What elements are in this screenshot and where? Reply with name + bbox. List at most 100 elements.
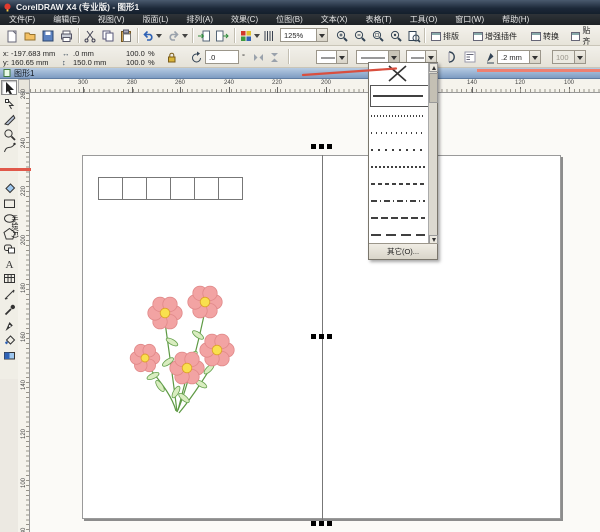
postal-code-box[interactable] bbox=[218, 177, 243, 200]
outline-width-combo[interactable]: .2 mm bbox=[497, 50, 541, 64]
print-button[interactable] bbox=[58, 28, 74, 44]
mirror-horizontal-icon[interactable] bbox=[252, 51, 265, 64]
redo-dropdown-caret[interactable] bbox=[182, 34, 188, 38]
line-style-none-option[interactable] bbox=[369, 63, 428, 85]
scale-x-value[interactable]: 100.0 bbox=[126, 49, 145, 58]
menu-item[interactable]: 文件(F) bbox=[0, 14, 44, 25]
redo-button[interactable] bbox=[166, 28, 182, 44]
zoom-selected-button[interactable] bbox=[370, 28, 386, 44]
line-style-option[interactable] bbox=[369, 124, 428, 141]
flower-artwork[interactable] bbox=[116, 280, 244, 420]
menu-item[interactable]: 效果(C) bbox=[222, 14, 267, 25]
line-style-option[interactable] bbox=[369, 158, 428, 175]
object-width-value[interactable]: .0 mm bbox=[73, 49, 94, 58]
eyedropper-tool[interactable] bbox=[1, 302, 17, 317]
scroll-up-arrow[interactable] bbox=[429, 63, 438, 72]
line-style-option[interactable] bbox=[369, 107, 428, 124]
postal-code-box[interactable] bbox=[146, 177, 171, 200]
selection-handle[interactable] bbox=[311, 334, 316, 339]
menu-item[interactable]: 视图(V) bbox=[89, 14, 134, 25]
postal-code-box[interactable] bbox=[194, 177, 219, 200]
zoom-to-page-button[interactable] bbox=[406, 28, 422, 44]
menu-item[interactable]: 编辑(E) bbox=[44, 14, 89, 25]
dimension-tool[interactable] bbox=[1, 287, 17, 302]
outline-pen-tool[interactable] bbox=[1, 318, 17, 333]
import-button[interactable] bbox=[196, 28, 212, 44]
convert-plugin-button[interactable]: 转换 bbox=[528, 28, 562, 44]
smart-fill-tool[interactable] bbox=[1, 180, 17, 195]
pick-tool[interactable] bbox=[1, 80, 17, 95]
copy-button[interactable] bbox=[100, 28, 116, 44]
nudge-offset-spinner[interactable] bbox=[574, 51, 585, 63]
application-launcher-button[interactable] bbox=[238, 28, 254, 44]
export-button[interactable] bbox=[214, 28, 230, 44]
menu-item[interactable]: 排列(A) bbox=[177, 14, 222, 25]
selection-handle[interactable] bbox=[311, 144, 316, 149]
wrap-text-icon[interactable] bbox=[463, 50, 477, 64]
line-style-solid-option[interactable] bbox=[370, 85, 429, 107]
menu-item[interactable]: 工具(O) bbox=[401, 14, 447, 25]
line-style-option[interactable] bbox=[369, 226, 428, 243]
shape-tool[interactable] bbox=[1, 96, 17, 111]
welcome-screen-button[interactable] bbox=[261, 28, 277, 44]
object-height-value[interactable]: 150.0 mm bbox=[73, 58, 106, 67]
x-position-value[interactable]: -197.683 mm bbox=[11, 49, 55, 58]
basic-shapes-tool[interactable] bbox=[1, 241, 17, 256]
y-position-value[interactable]: 160.65 mm bbox=[11, 58, 49, 67]
rectangle-tool[interactable] bbox=[1, 196, 17, 211]
line-style-option[interactable] bbox=[369, 209, 428, 226]
freehand-tool[interactable] bbox=[1, 140, 17, 155]
line-style-option[interactable] bbox=[369, 192, 428, 209]
dropdown-scrollbar[interactable] bbox=[428, 63, 438, 244]
menu-item[interactable]: 文本(X) bbox=[312, 14, 357, 25]
launcher-dropdown-caret[interactable] bbox=[254, 34, 260, 38]
scrollbar-thumb[interactable] bbox=[429, 73, 438, 103]
table-tool[interactable] bbox=[1, 271, 17, 286]
document-tab-label[interactable]: 图形1 bbox=[14, 68, 34, 79]
crop-tool[interactable] bbox=[1, 112, 17, 127]
save-button[interactable] bbox=[40, 28, 56, 44]
selection-handle[interactable] bbox=[327, 144, 332, 149]
menu-item[interactable]: 版面(L) bbox=[134, 14, 178, 25]
zoom-all-objects-button[interactable] bbox=[388, 28, 404, 44]
start-arrowhead-dropdown[interactable] bbox=[336, 51, 347, 63]
postal-code-box[interactable] bbox=[98, 177, 123, 200]
undo-dropdown-caret[interactable] bbox=[156, 34, 162, 38]
interactive-fill-tool[interactable] bbox=[1, 348, 17, 363]
lock-ratio-icon[interactable] bbox=[165, 51, 178, 64]
zoom-combo-dropdown[interactable] bbox=[316, 29, 327, 41]
close-curve-icon[interactable] bbox=[445, 50, 459, 64]
selection-handle[interactable] bbox=[319, 334, 324, 339]
postal-code-box[interactable] bbox=[170, 177, 195, 200]
cut-button[interactable] bbox=[82, 28, 98, 44]
paste-button[interactable] bbox=[118, 28, 134, 44]
outline-width-dropdown[interactable] bbox=[529, 51, 540, 63]
line-style-option[interactable] bbox=[369, 175, 428, 192]
text-tool[interactable]: A bbox=[1, 256, 17, 271]
open-button[interactable] bbox=[22, 28, 38, 44]
selection-handle[interactable] bbox=[311, 521, 316, 526]
menu-item[interactable]: 窗口(W) bbox=[446, 14, 493, 25]
start-arrowhead-combo[interactable] bbox=[316, 50, 348, 64]
nudge-offset-combo[interactable]: 100 bbox=[552, 50, 586, 64]
undo-button[interactable] bbox=[140, 28, 156, 44]
zoom-level-combo[interactable]: 125% bbox=[280, 28, 328, 42]
zoom-in-tool-button[interactable] bbox=[334, 28, 350, 44]
enhanced-plugin-button[interactable]: 增强插件 bbox=[470, 28, 520, 44]
rotation-angle-input[interactable]: .0 bbox=[205, 50, 239, 64]
selection-handle[interactable] bbox=[319, 144, 324, 149]
selection-handle[interactable] bbox=[327, 521, 332, 526]
mirror-vertical-icon[interactable] bbox=[268, 51, 281, 64]
line-style-option[interactable] bbox=[369, 141, 428, 158]
new-document-button[interactable] bbox=[4, 28, 20, 44]
selection-handle[interactable] bbox=[319, 521, 324, 526]
zoom-out-tool-button[interactable] bbox=[352, 28, 368, 44]
other-styles-button[interactable]: 其它(O)... bbox=[369, 243, 437, 259]
postal-code-box[interactable] bbox=[122, 177, 147, 200]
layout-plugin-button[interactable]: 排版 bbox=[428, 28, 462, 44]
menu-item[interactable]: 位图(B) bbox=[267, 14, 312, 25]
selection-handle[interactable] bbox=[327, 334, 332, 339]
menu-item[interactable]: 表格(T) bbox=[356, 14, 400, 25]
scale-y-value[interactable]: 100.0 bbox=[126, 58, 145, 67]
snap-plugin-button[interactable]: 贴齐 bbox=[568, 26, 600, 46]
